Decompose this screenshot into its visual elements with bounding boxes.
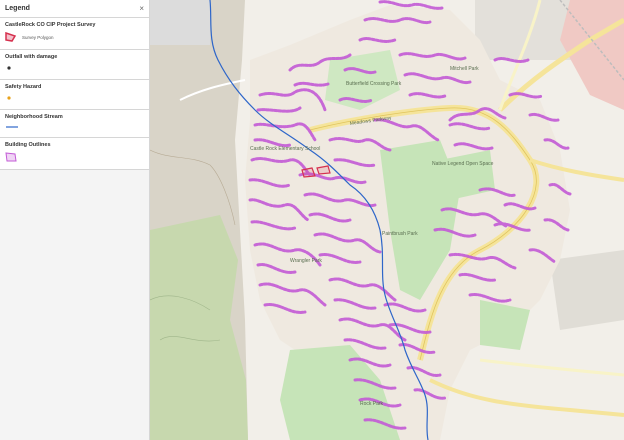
section-title: Safety Hazard [5, 84, 42, 90]
outfall-dot-icon [7, 66, 11, 70]
legend-section-buildings: Building Outlines [0, 138, 149, 170]
legend-section-outfall: Outfall with damage [0, 50, 149, 80]
map-label-paintbrush-park: Paintbrush Park [382, 231, 418, 237]
building-outline-icon [5, 152, 17, 162]
legend-header: Legend × [0, 0, 149, 18]
legend-section-stream: Neighborhood Stream [0, 110, 149, 138]
legend-panel: Legend × CastleRock CO CIP Project Surve… [0, 0, 150, 440]
close-icon[interactable]: × [139, 4, 144, 13]
map-view[interactable]: Meadows Parkway Butterfield Crossing Par… [150, 0, 624, 440]
legend-section-hazard: Safety Hazard [0, 80, 149, 110]
map-label-mitchell-park: Mitchell Park [450, 66, 479, 72]
section-title: Outfall with damage [5, 54, 58, 60]
stream-line-icon [6, 126, 18, 128]
section-title: CastleRock CO CIP Project Survey [5, 22, 96, 28]
legend-item-label: Survey Polygon [22, 34, 54, 40]
hazard-dot-icon [7, 96, 11, 100]
map-label-wrangler-park: Wrangler Park [290, 258, 322, 264]
map-label-rock-park: Rock Park [360, 401, 384, 407]
survey-polygon-icon [5, 32, 17, 42]
map-canvas[interactable]: Meadows Parkway Butterfield Crossing Par… [150, 0, 624, 440]
legend-section-survey: CastleRock CO CIP Project Survey Survey … [0, 18, 149, 50]
legend-title: Legend [5, 5, 30, 12]
survey-polygon [316, 165, 331, 175]
section-title: Neighborhood Stream [5, 114, 63, 120]
map-label-native-legend: Native Legend Open Space [432, 161, 494, 167]
map-label-elementary-school: Castle Rock Elementary School [250, 146, 320, 152]
map-label-butterfield-park: Butterfield Crossing Park [346, 81, 402, 87]
section-title: Building Outlines [5, 142, 51, 148]
survey-polygon [301, 167, 316, 178]
